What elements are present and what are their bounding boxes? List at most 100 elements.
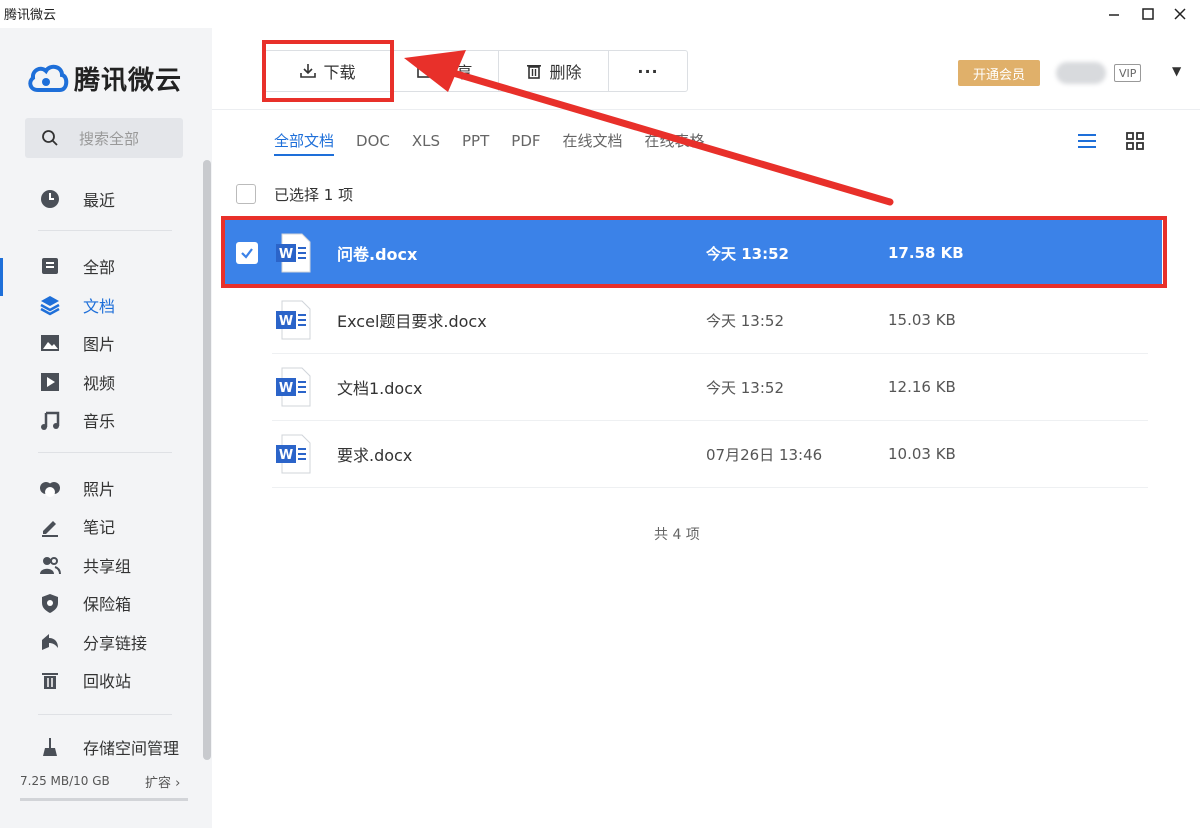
sidebar-item-images[interactable]: 图片 — [38, 328, 115, 358]
tab-xls[interactable]: XLS — [412, 128, 440, 156]
trash-icon — [527, 65, 542, 79]
tab-pdf[interactable]: PDF — [511, 128, 540, 156]
storage-usage: 7.25 MB/10 GB — [20, 774, 110, 788]
sidebar-item-label: 分享链接 — [83, 634, 148, 653]
table-row[interactable]: W 文档1.docx 今天 13:52 12.16 KB — [222, 354, 1162, 420]
app-logo[interactable]: 腾讯微云 — [26, 58, 182, 98]
video-icon — [38, 370, 62, 394]
cloud-logo-icon — [28, 64, 69, 92]
users-icon — [38, 553, 62, 577]
file-name[interactable]: Excel题目要求.docx — [337, 308, 487, 332]
file-size: 10.03 KB — [888, 445, 956, 463]
layers-icon — [38, 293, 62, 317]
sidebar: 腾讯微云 搜索全部 最近 全部 文档 图片 视频 音乐 照片 笔记 共享组 保险… — [0, 28, 212, 828]
svg-text:W: W — [279, 381, 293, 396]
search-icon — [42, 130, 58, 146]
avatar[interactable] — [1056, 62, 1106, 84]
sidebar-item-label: 视频 — [83, 374, 116, 393]
filter-tabs: 全部文档 DOC XLS PPT PDF 在线文档 在线表格 — [274, 128, 727, 160]
sidebar-item-recycle-bin[interactable]: 回收站 — [38, 665, 131, 695]
share-button[interactable]: 分享 — [391, 51, 499, 91]
sidebar-item-documents[interactable]: 文档 — [38, 290, 115, 320]
select-all-checkbox[interactable] — [236, 184, 256, 204]
sidebar-item-label: 文档 — [83, 297, 116, 316]
close-icon[interactable] — [1168, 2, 1192, 26]
maximize-icon[interactable] — [1136, 2, 1160, 26]
view-switcher — [1076, 130, 1172, 152]
list-icon — [38, 254, 62, 278]
word-file-icon: W — [276, 434, 311, 474]
sidebar-item-share-links[interactable]: 分享链接 — [38, 627, 147, 657]
storage-progress-bar — [20, 798, 188, 801]
sidebar-item-label: 笔记 — [83, 518, 116, 537]
clock-icon — [38, 187, 62, 211]
annotation-highlight-download — [262, 40, 394, 102]
trash-icon — [38, 668, 62, 692]
sidebar-divider — [38, 452, 172, 453]
sidebar-item-music[interactable]: 音乐 — [38, 405, 115, 435]
word-file-icon: W — [276, 300, 311, 340]
app-name: 腾讯微云 — [74, 65, 183, 96]
sidebar-item-label: 照片 — [83, 480, 116, 499]
chevron-down-icon[interactable]: ▼ — [1172, 64, 1181, 78]
delete-label: 删除 — [549, 63, 582, 82]
table-row[interactable]: W 要求.docx 07月26日 13:46 10.03 KB — [222, 421, 1162, 487]
sidebar-item-label: 音乐 — [83, 412, 116, 431]
grid-view-icon[interactable] — [1124, 130, 1146, 152]
minimize-icon[interactable] — [1102, 2, 1126, 26]
sidebar-divider — [38, 714, 172, 715]
sidebar-item-safe[interactable]: 保险箱 — [38, 588, 131, 618]
tab-online-sheets[interactable]: 在线表格 — [645, 128, 705, 156]
file-size: 12.16 KB — [888, 378, 956, 396]
tab-online-docs[interactable]: 在线文档 — [563, 128, 623, 156]
shield-icon — [38, 591, 62, 615]
sidebar-item-videos[interactable]: 视频 — [38, 367, 115, 397]
image-icon — [38, 331, 62, 355]
sidebar-item-label: 共享组 — [83, 557, 132, 576]
tab-doc[interactable]: DOC — [356, 128, 390, 156]
selection-header: 已选择 1 项 — [236, 182, 353, 206]
svg-text:W: W — [279, 448, 293, 463]
sidebar-item-recent[interactable]: 最近 — [38, 184, 115, 214]
sidebar-divider — [38, 230, 172, 231]
delete-button[interactable]: 删除 — [499, 51, 609, 91]
music-icon — [38, 408, 62, 432]
search-input[interactable]: 搜索全部 — [25, 118, 183, 158]
file-date: 今天 13:52 — [706, 311, 784, 330]
search-placeholder: 搜索全部 — [79, 129, 140, 148]
sidebar-item-photos[interactable]: 照片 — [38, 473, 115, 503]
total-count: 共 4 项 — [654, 527, 700, 543]
share-icon — [38, 630, 62, 654]
window-title: 腾讯微云 — [4, 8, 57, 23]
open-vip-button[interactable]: 开通会员 — [958, 60, 1040, 86]
row-divider — [272, 487, 1148, 488]
more-button[interactable]: ··· — [609, 51, 687, 91]
sidebar-item-storage-management[interactable]: 存储空间管理 — [38, 732, 179, 762]
sidebar-item-notes[interactable]: 笔记 — [38, 511, 115, 541]
vip-badge-label: VIP — [1119, 66, 1137, 80]
photo-icon — [38, 476, 62, 500]
table-row[interactable]: W Excel题目要求.docx 今天 13:52 15.03 KB — [222, 287, 1162, 353]
list-view-icon[interactable] — [1076, 130, 1098, 152]
expand-storage-link[interactable]: 扩容 › — [145, 772, 180, 791]
annotation-highlight-row — [221, 216, 1167, 288]
sidebar-item-label: 全部 — [83, 258, 116, 277]
sidebar-scrollbar[interactable] — [203, 160, 211, 760]
sidebar-item-all[interactable]: 全部 — [38, 251, 115, 281]
file-name[interactable]: 要求.docx — [337, 442, 412, 466]
file-size: 15.03 KB — [888, 311, 956, 329]
tab-ppt[interactable]: PPT — [462, 128, 489, 156]
file-date: 07月26日 13:46 — [706, 445, 823, 464]
share-icon — [417, 64, 434, 78]
selection-count: 已选择 1 项 — [274, 185, 354, 204]
vip-badge: VIP — [1114, 64, 1142, 82]
sidebar-item-label: 最近 — [83, 191, 116, 210]
title-bar: 腾讯微云 — [0, 0, 1200, 28]
pen-icon — [38, 514, 62, 538]
tab-all-documents[interactable]: 全部文档 — [274, 128, 335, 156]
sidebar-item-shared-groups[interactable]: 共享组 — [38, 550, 131, 580]
more-icon: ··· — [637, 61, 659, 81]
file-date: 今天 13:52 — [706, 378, 784, 397]
file-name[interactable]: 文档1.docx — [337, 375, 422, 399]
sidebar-item-label: 回收站 — [83, 672, 132, 691]
